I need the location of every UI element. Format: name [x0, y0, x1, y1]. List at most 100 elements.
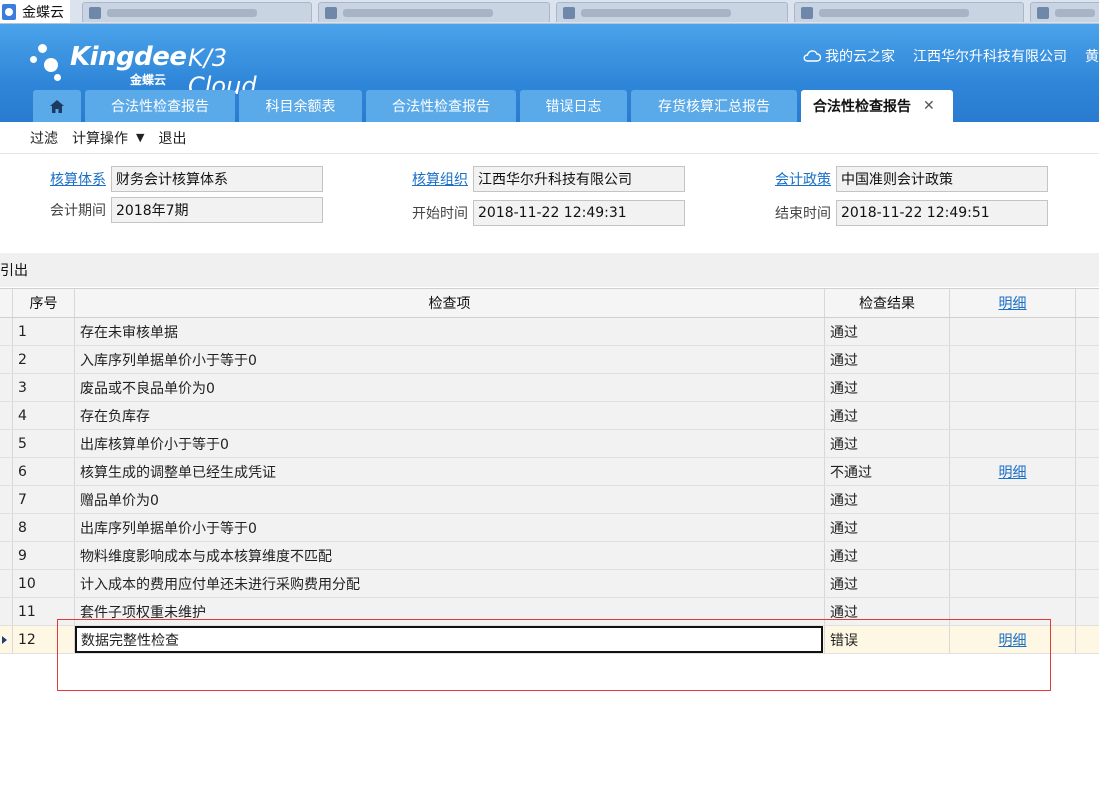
cell-result[interactable]: 通过 — [825, 486, 950, 513]
browser-tab[interactable] — [318, 2, 550, 22]
row-indicator — [0, 318, 13, 345]
detail-link[interactable]: 明细 — [999, 462, 1027, 482]
cell-seq[interactable]: 8 — [13, 514, 75, 541]
window-title-text: 金蝶云 — [22, 5, 64, 21]
kingdee-logo: Kingdee 金蝶云 K/3 Cloud — [30, 34, 300, 100]
browser-tab[interactable] — [1030, 2, 1099, 22]
cell-detail[interactable] — [950, 570, 1076, 597]
tab-error-log[interactable]: 错误日志 — [520, 90, 627, 122]
col-header-detail[interactable]: 明细 — [950, 289, 1076, 317]
export-section-label[interactable]: 引出 — [0, 253, 1099, 287]
end-time-label: 结束时间 — [775, 206, 831, 222]
filter-summary-form: 核算体系 财务会计核算体系 核算组织 江西华尔升科技有限公司 会计政策 中国准则… — [0, 155, 1099, 253]
brand-name: Kingdee — [70, 42, 187, 72]
filter-button[interactable]: 过滤 — [30, 128, 58, 148]
cell-detail[interactable] — [950, 374, 1076, 401]
close-icon[interactable]: ✕ — [923, 98, 935, 114]
table-row[interactable]: 6 核算生成的调整单已经生成凭证 不通过 明细 — [0, 458, 1099, 486]
table-row[interactable]: 9 物料维度影响成本与成本核算维度不匹配 通过 — [0, 542, 1099, 570]
cell-check-item[interactable]: 计入成本的费用应付单还未进行采购费用分配 — [75, 570, 825, 597]
app-tab-bar: 合法性检查报告 科目余额表 合法性检查报告 错误日志 存货核算汇总报告 合法性检… — [33, 90, 957, 122]
calc-operation-menu[interactable]: 计算操作 ▼ — [72, 128, 144, 148]
my-cloud-link[interactable]: 我的云之家 — [825, 46, 895, 66]
tab-favicon-icon — [801, 6, 813, 19]
cell-result[interactable]: 不通过 — [825, 458, 950, 485]
cell-check-item[interactable]: 存在负库存 — [75, 402, 825, 429]
tab-favicon-icon — [325, 6, 337, 19]
cell-check-item[interactable]: 出库核算单价小于等于0 — [75, 430, 825, 457]
browser-tab[interactable] — [556, 2, 788, 22]
cell-result[interactable]: 通过 — [825, 402, 950, 429]
cell-seq[interactable]: 6 — [13, 458, 75, 485]
cell-detail[interactable] — [950, 542, 1076, 569]
company-name[interactable]: 江西华尔升科技有限公司 — [913, 46, 1067, 66]
tab-legality-report-active[interactable]: 合法性检查报告 ✕ — [801, 90, 953, 122]
cell-result[interactable]: 通过 — [825, 430, 950, 457]
acct-policy-label[interactable]: 会计政策 — [775, 169, 831, 189]
exit-button[interactable]: 退出 — [158, 128, 186, 148]
tab-favicon-icon — [89, 6, 101, 19]
table-row[interactable]: 10 计入成本的费用应付单还未进行采购费用分配 通过 — [0, 570, 1099, 598]
cell-detail[interactable]: 明细 — [950, 458, 1076, 485]
cell-detail[interactable] — [950, 514, 1076, 541]
cell-check-item[interactable]: 废品或不良品单价为0 — [75, 374, 825, 401]
start-time-label: 开始时间 — [412, 206, 468, 222]
tab-legality-report-1[interactable]: 合法性检查报告 — [85, 90, 235, 122]
period-label: 会计期间 — [50, 203, 106, 219]
col-header-result[interactable]: 检查结果 — [825, 289, 950, 317]
cell-check-item[interactable]: 物料维度影响成本与成本核算维度不匹配 — [75, 542, 825, 569]
acct-org-label[interactable]: 核算组织 — [412, 169, 468, 189]
cell-detail[interactable] — [950, 486, 1076, 513]
tab-inventory-summary[interactable]: 存货核算汇总报告 — [631, 90, 797, 122]
cell-result[interactable]: 通过 — [825, 318, 950, 345]
user-name[interactable]: 黄 — [1085, 46, 1099, 66]
row-indicator — [0, 458, 13, 485]
cell-detail[interactable] — [950, 318, 1076, 345]
tab-home[interactable] — [33, 90, 81, 122]
cloud-icon — [803, 50, 821, 62]
row-indicator — [0, 514, 13, 541]
table-row[interactable]: 1 存在未审核单据 通过 — [0, 318, 1099, 346]
table-row[interactable]: 3 废品或不良品单价为0 通过 — [0, 374, 1099, 402]
cell-seq[interactable]: 3 — [13, 374, 75, 401]
row-indicator — [0, 598, 13, 625]
cell-seq[interactable]: 1 — [13, 318, 75, 345]
cell-detail[interactable] — [950, 430, 1076, 457]
cell-result[interactable]: 通过 — [825, 514, 950, 541]
cell-seq[interactable]: 2 — [13, 346, 75, 373]
browser-window-title: 金蝶云 — [0, 0, 70, 23]
col-header-item[interactable]: 检查项 — [75, 289, 825, 317]
acct-system-label[interactable]: 核算体系 — [50, 169, 106, 189]
cell-check-item[interactable]: 入库序列单据单价小于等于0 — [75, 346, 825, 373]
period-field: 会计期间 2018年7期 — [50, 197, 323, 223]
cell-seq[interactable]: 4 — [13, 402, 75, 429]
table-row[interactable]: 7 赠品单价为0 通过 — [0, 486, 1099, 514]
cell-seq[interactable]: 9 — [13, 542, 75, 569]
grid-body: 1 存在未审核单据 通过 2 入库序列单据单价小于等于0 通过 3 废品或不良品单价为0 通过 4… — [0, 318, 1099, 654]
table-row[interactable]: 2 入库序列单据单价小于等于0 通过 — [0, 346, 1099, 374]
cell-check-item[interactable]: 存在未审核单据 — [75, 318, 825, 345]
row-indicator — [0, 402, 13, 429]
acct-system-field: 核算体系 财务会计核算体系 — [50, 166, 323, 192]
cell-result[interactable]: 通过 — [825, 570, 950, 597]
cell-seq[interactable]: 7 — [13, 486, 75, 513]
header-user-area: 我的云之家 江西华尔升科技有限公司 黄 — [803, 46, 1099, 66]
cell-detail[interactable] — [950, 402, 1076, 429]
table-row[interactable]: 5 出库核算单价小于等于0 通过 — [0, 430, 1099, 458]
tab-account-balance[interactable]: 科目余额表 — [239, 90, 362, 122]
browser-tab[interactable] — [82, 2, 312, 22]
cell-result[interactable]: 通过 — [825, 346, 950, 373]
table-row[interactable]: 4 存在负库存 通过 — [0, 402, 1099, 430]
cell-result[interactable]: 通过 — [825, 542, 950, 569]
cell-check-item[interactable]: 核算生成的调整单已经生成凭证 — [75, 458, 825, 485]
cell-check-item[interactable]: 出库序列单据单价小于等于0 — [75, 514, 825, 541]
cell-check-item[interactable]: 赠品单价为0 — [75, 486, 825, 513]
cell-seq[interactable]: 5 — [13, 430, 75, 457]
cell-result[interactable]: 通过 — [825, 374, 950, 401]
cell-seq[interactable]: 10 — [13, 570, 75, 597]
col-header-seq[interactable]: 序号 — [13, 289, 75, 317]
table-row[interactable]: 8 出库序列单据单价小于等于0 通过 — [0, 514, 1099, 542]
tab-legality-report-2[interactable]: 合法性检查报告 — [366, 90, 516, 122]
browser-tab[interactable] — [794, 2, 1024, 22]
cell-detail[interactable] — [950, 346, 1076, 373]
